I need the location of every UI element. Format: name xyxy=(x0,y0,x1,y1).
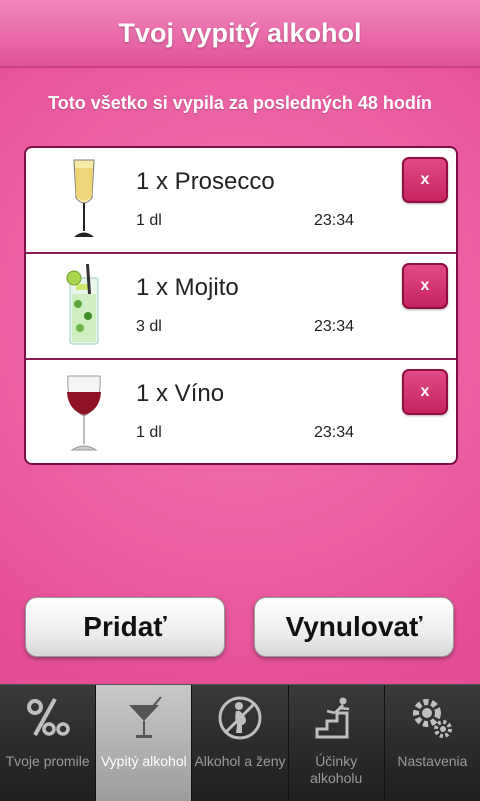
prosecco-glass-icon xyxy=(73,159,95,237)
reset-button[interactable]: Vynulovať xyxy=(254,597,454,657)
drink-time: 23:34 xyxy=(314,212,355,229)
drink-time: 23:34 xyxy=(314,424,355,441)
tab-label: Vypitý alkohol xyxy=(100,753,187,769)
tab-label: Účinky alkoholu xyxy=(310,753,363,786)
remove-drink-button[interactable]: x xyxy=(402,157,448,203)
bottom-tab-bar: Tvoje promile Vypitý alkohol Alkohol a ž… xyxy=(0,684,480,801)
page-subtitle: Toto všetko si vypila za posledných 48 h… xyxy=(48,93,432,113)
drink-title: 1 x Prosecco xyxy=(136,168,275,195)
falling-stairs-icon xyxy=(315,697,350,739)
wine-glass-icon xyxy=(67,375,101,451)
drink-volume: 3 dl xyxy=(136,318,162,335)
drink-title: 1 x Víno xyxy=(136,380,225,407)
tab-alkohol-a-zeny[interactable]: Alkohol a ženy xyxy=(192,685,289,801)
tab-tvoje-promile[interactable]: Tvoje promile xyxy=(0,685,97,801)
tab-ucinky-alkoholu[interactable]: Účinky alkoholu xyxy=(289,685,385,801)
list-item: 1 x Mojito 3 dl 23:34 x xyxy=(26,254,456,360)
page-title: Tvoj vypitý alkohol xyxy=(118,17,362,48)
drink-volume: 1 dl xyxy=(136,212,162,229)
tab-label: Alkohol a ženy xyxy=(194,753,286,769)
remove-drink-button[interactable]: x xyxy=(402,369,448,415)
pregnant-woman-icon xyxy=(218,696,262,740)
list-item: 1 x Víno 1 dl 23:34 x xyxy=(26,360,456,463)
permille-icon xyxy=(26,698,70,736)
drink-time: 23:34 xyxy=(314,318,355,335)
tab-label: Tvoje promile xyxy=(5,753,90,769)
gears-icon xyxy=(413,699,453,738)
mojito-glass-icon xyxy=(66,264,99,345)
remove-drink-button[interactable]: x xyxy=(402,263,448,309)
cocktail-icon xyxy=(128,696,162,738)
drink-title: 1 x Mojito xyxy=(136,274,239,301)
app-header: Tvoj vypitý alkohol xyxy=(0,0,480,68)
drink-list: 1 x Prosecco 1 dl 23:34 x 1 x Mojito 3 d… xyxy=(24,146,458,465)
add-drink-button[interactable]: Pridať xyxy=(25,597,225,657)
list-item: 1 x Prosecco 1 dl 23:34 x xyxy=(26,148,456,254)
tab-nastavenia[interactable]: Nastavenia xyxy=(385,685,480,801)
tab-label: Nastavenia xyxy=(397,753,468,769)
drink-volume: 1 dl xyxy=(136,424,162,441)
tab-vypity-alkohol[interactable]: Vypitý alkohol xyxy=(96,685,193,801)
